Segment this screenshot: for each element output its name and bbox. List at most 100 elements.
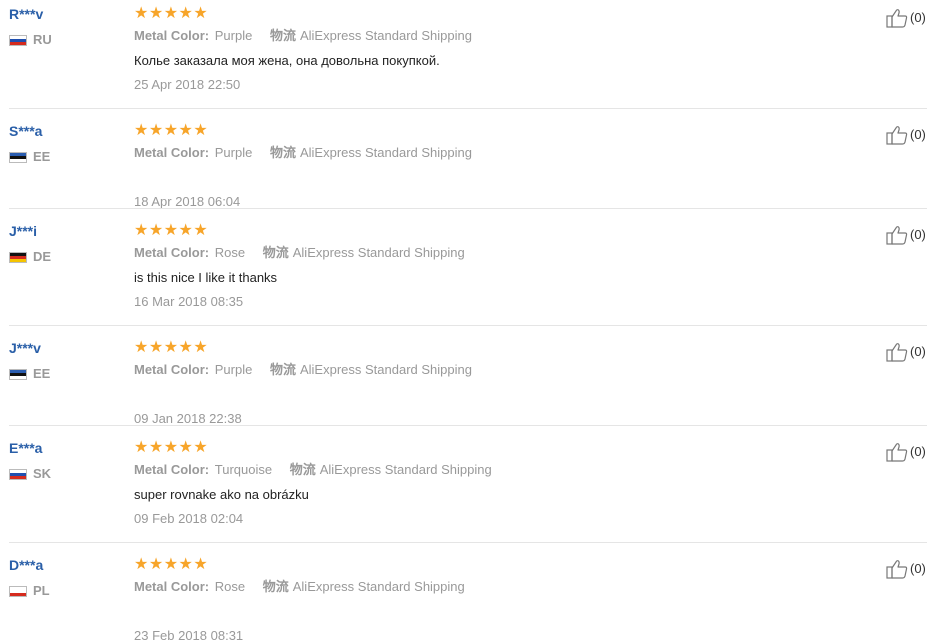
country-flag-icon	[9, 151, 27, 163]
review-divider	[9, 425, 927, 426]
review-date: 23 Feb 2018 08:31	[134, 628, 244, 643]
shipping-method: AliExpress Standard Shipping	[292, 579, 465, 594]
review-comment: Колье заказала моя жена, она довольна по…	[134, 53, 440, 68]
shipping-label: 物流	[269, 362, 296, 377]
star-icon: ★	[134, 122, 149, 139]
shipping-method: AliExpress Standard Shipping	[292, 245, 465, 260]
review-attributes: Metal Color: Purple 物流 AliExpress Standar…	[134, 145, 472, 161]
review-divider	[9, 208, 927, 209]
shipping-info: 物流 AliExpress Standard Shipping	[290, 462, 492, 477]
star-icon: ★	[193, 556, 208, 573]
star-rating: ★ ★ ★ ★ ★	[134, 340, 208, 356]
star-rating: ★ ★ ★ ★ ★	[134, 440, 208, 456]
country-flag-icon	[9, 368, 27, 380]
country-code: RU	[33, 32, 52, 47]
star-icon: ★	[163, 339, 179, 356]
star-icon: ★	[148, 439, 164, 456]
country-code: EE	[33, 366, 51, 381]
country-flag-icon	[9, 251, 27, 263]
star-icon: ★	[134, 222, 149, 239]
star-icon: ★	[163, 122, 179, 139]
helpful-count: (0)	[910, 127, 926, 142]
shipping-method: AliExpress Standard Shipping	[319, 462, 492, 477]
star-icon: ★	[148, 222, 164, 239]
helpful-count: (0)	[910, 227, 926, 242]
shipping-label: 物流	[262, 245, 289, 260]
review-date: 16 Mar 2018 08:35	[134, 294, 244, 309]
review-attributes: Metal Color: Purple 物流 AliExpress Standar…	[134, 362, 472, 378]
shipping-label: 物流	[269, 145, 296, 160]
helpful-button[interactable]: (0)	[886, 342, 926, 362]
star-icon: ★	[148, 5, 164, 22]
metal-color-value: Rose	[214, 245, 246, 260]
helpful-count: (0)	[910, 561, 926, 576]
reviewer-name[interactable]: R***v	[9, 6, 43, 23]
shipping-info: 物流 AliExpress Standard Shipping	[263, 579, 465, 594]
metal-color-label: Metal Color:	[134, 362, 210, 377]
review-comment: is this nice I like it thanks	[134, 270, 278, 285]
review-attributes: Metal Color: Rose 物流 AliExpress Standard …	[134, 245, 465, 261]
star-icon: ★	[178, 339, 193, 356]
star-icon: ★	[134, 556, 149, 573]
helpful-button[interactable]: (0)	[886, 8, 926, 28]
star-icon: ★	[178, 439, 193, 456]
star-icon: ★	[148, 122, 164, 139]
metal-color-value: Purple	[214, 145, 253, 160]
star-rating: ★ ★ ★ ★ ★	[134, 223, 208, 239]
review-date: 25 Apr 2018 22:50	[134, 77, 241, 92]
helpful-count: (0)	[910, 10, 926, 25]
reviewer-name[interactable]: J***v	[9, 340, 41, 357]
metal-color-value: Rose	[214, 579, 246, 594]
helpful-button[interactable]: (0)	[886, 442, 926, 462]
reviewer-country: EE	[9, 367, 50, 381]
helpful-count: (0)	[910, 344, 926, 359]
review-comment: super rovnake ako na obrázku	[134, 487, 309, 502]
metal-color-label: Metal Color:	[134, 579, 210, 594]
country-code: DE	[33, 249, 52, 264]
thumbs-up-icon	[886, 443, 908, 462]
reviewer-name[interactable]: S***a	[9, 123, 42, 140]
star-rating: ★ ★ ★ ★ ★	[134, 6, 208, 22]
reviewer-country: RU	[9, 33, 52, 47]
star-icon: ★	[193, 222, 208, 239]
reviewer-country: PL	[9, 584, 50, 598]
star-icon: ★	[178, 556, 193, 573]
star-icon: ★	[163, 439, 179, 456]
star-icon: ★	[148, 556, 164, 573]
country-flag-icon	[9, 468, 27, 480]
review-attributes: Metal Color: Turquoise 物流 AliExpress Stan…	[134, 462, 492, 478]
star-icon: ★	[193, 439, 208, 456]
thumbs-up-icon	[886, 9, 908, 28]
metal-color-label: Metal Color:	[134, 462, 210, 477]
star-icon: ★	[178, 222, 193, 239]
helpful-button[interactable]: (0)	[886, 125, 926, 145]
review-date: 09 Feb 2018 02:04	[134, 511, 244, 526]
country-code: PL	[33, 583, 50, 598]
star-icon: ★	[193, 339, 208, 356]
metal-color-label: Metal Color:	[134, 145, 210, 160]
shipping-method: AliExpress Standard Shipping	[299, 145, 472, 160]
reviewer-name[interactable]: E***a	[9, 440, 42, 457]
metal-color-label: Metal Color:	[134, 245, 210, 260]
review-divider	[9, 108, 927, 109]
shipping-info: 物流 AliExpress Standard Shipping	[270, 362, 472, 377]
star-icon: ★	[163, 556, 179, 573]
reviewer-name[interactable]: D***a	[9, 557, 43, 574]
star-rating: ★ ★ ★ ★ ★	[134, 123, 208, 139]
star-icon: ★	[134, 339, 149, 356]
shipping-method: AliExpress Standard Shipping	[299, 28, 472, 43]
helpful-button[interactable]: (0)	[886, 225, 926, 245]
shipping-info: 物流 AliExpress Standard Shipping	[270, 28, 472, 43]
star-icon: ★	[148, 339, 164, 356]
reviewer-name[interactable]: J***i	[9, 223, 37, 240]
shipping-label: 物流	[269, 28, 296, 43]
helpful-button[interactable]: (0)	[886, 559, 926, 579]
star-rating: ★ ★ ★ ★ ★	[134, 557, 208, 573]
review-divider	[9, 325, 927, 326]
star-icon: ★	[193, 5, 208, 22]
review-attributes: Metal Color: Rose 物流 AliExpress Standard …	[134, 579, 465, 595]
reviewer-country: EE	[9, 150, 50, 164]
shipping-method: AliExpress Standard Shipping	[299, 362, 472, 377]
shipping-label: 物流	[289, 462, 316, 477]
country-flag-icon	[9, 34, 27, 46]
